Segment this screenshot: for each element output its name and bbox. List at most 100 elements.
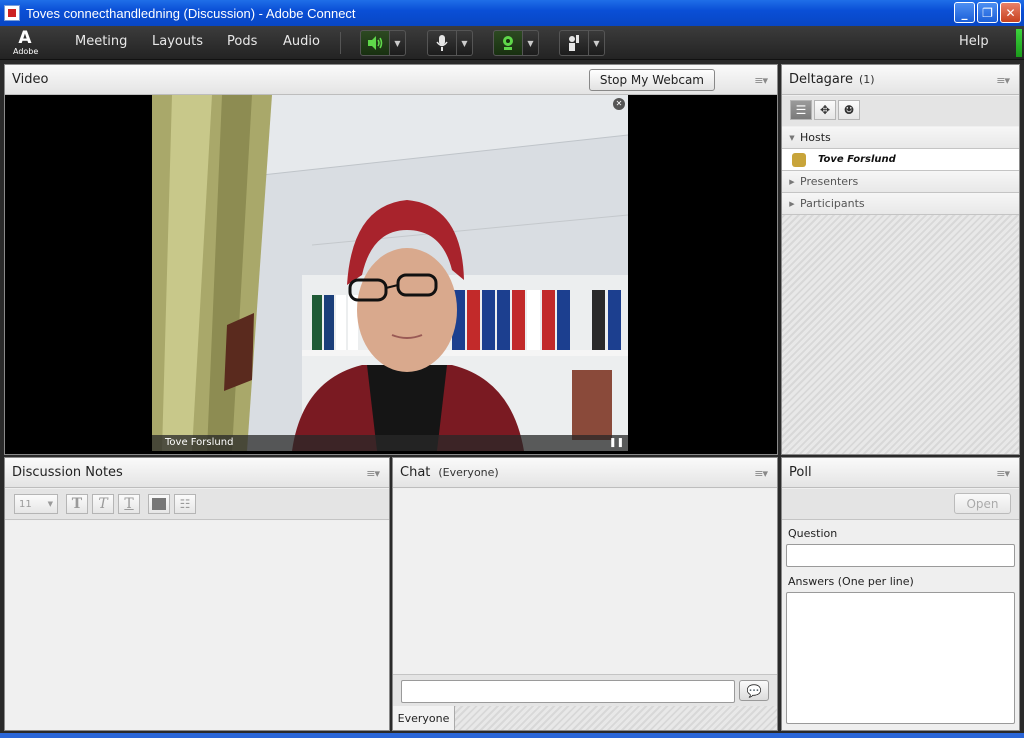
menu-audio[interactable]: Audio <box>283 34 320 49</box>
video-area: Tove Forslund ❚❚ ✕ <box>5 95 777 454</box>
speaker-control: ▼ <box>360 30 406 56</box>
hosts-section[interactable]: ▼ Hosts <box>782 127 1019 149</box>
chat-pod: Chat (Everyone) ≡▾ 💬 Everyone <box>392 457 778 731</box>
text-color-button[interactable] <box>148 494 170 514</box>
webcam-button[interactable] <box>493 30 523 56</box>
participants-section[interactable]: ▶ Participants <box>782 193 1019 215</box>
answers-label: Answers (One per line) <box>788 575 914 588</box>
attendee-list: ▼ Hosts Tove Forslund ▶ Presenters ▶ Par… <box>782 127 1019 454</box>
question-input[interactable] <box>786 544 1015 567</box>
status-dropdown[interactable]: ▼ <box>589 30 605 56</box>
poll-toolbar: Open <box>782 489 1019 520</box>
video-pod-title: Video <box>12 72 49 87</box>
menu-layouts[interactable]: Layouts <box>152 34 203 49</box>
chat-messages <box>393 489 777 674</box>
chat-tab-everyone[interactable]: Everyone <box>393 706 455 730</box>
poll-pod: Poll ≡▾ Open Question Answers (One per l… <box>781 457 1020 731</box>
chat-message-input[interactable] <box>401 680 735 703</box>
speaker-button[interactable] <box>360 30 390 56</box>
microphone-icon <box>436 35 448 51</box>
attendee-row[interactable]: Tove Forslund <box>782 149 1019 171</box>
taskbar-edge <box>0 733 1024 738</box>
attendees-pod-title: Deltagare <box>789 72 853 87</box>
notes-text-area[interactable] <box>5 521 389 730</box>
pod-options-icon[interactable]: ≡▾ <box>996 74 1010 87</box>
attendees-pod-header: Deltagare (1) ≡▾ <box>782 65 1019 95</box>
close-button[interactable]: ✕ <box>1000 2 1021 23</box>
menu-pods[interactable]: Pods <box>227 34 257 49</box>
presenter-name-overlay: Tove Forslund <box>152 435 628 451</box>
italic-button[interactable]: T <box>92 494 114 514</box>
pod-options-icon[interactable]: ≡▾ <box>366 467 380 480</box>
attendees-pod: Deltagare (1) ≡▾ ☰ ✥ ☻ ▼ Hosts Tove Fors… <box>781 64 1020 455</box>
font-size-select[interactable]: 11 ▼ <box>14 494 58 514</box>
close-video-icon[interactable]: ✕ <box>613 98 625 110</box>
status-control: ▼ <box>559 30 605 56</box>
maximize-button[interactable]: ❐ <box>977 2 998 23</box>
window-title: Toves connecthandledning (Discussion) - … <box>26 5 356 21</box>
menu-bar: A Adobe Meeting Layouts Pods Audio ▼ ▼ ▼… <box>0 26 1024 60</box>
connection-status-indicator <box>1016 29 1022 57</box>
webcam-feed: Tove Forslund ❚❚ ✕ <box>152 95 628 451</box>
question-label: Question <box>788 527 838 540</box>
pause-icon[interactable]: ❚❚ <box>609 438 624 448</box>
notes-pod-title: Discussion Notes <box>12 465 123 480</box>
bullet-list-icon: ☷ <box>179 497 191 511</box>
adobe-logo: A Adobe <box>13 28 39 56</box>
speaker-icon <box>368 36 383 50</box>
chat-input-row: 💬 <box>393 674 777 706</box>
chat-pod-title: Chat <box>400 465 431 480</box>
pod-options-icon[interactable]: ≡▾ <box>754 467 768 480</box>
minimize-button[interactable]: _ <box>954 2 975 23</box>
video-pod: Video Stop My Webcam ≡▾ Tove Forslund ❚❚… <box>4 64 778 455</box>
bullet-list-button[interactable]: ☷ <box>174 494 196 514</box>
bold-button[interactable]: T <box>66 494 88 514</box>
send-message-button[interactable]: 💬 <box>739 680 769 701</box>
notes-toolbar: 11 ▼ T T T ☷ <box>5 489 389 520</box>
expand-right-icon: ▶ <box>789 199 795 208</box>
answers-input[interactable] <box>786 592 1015 724</box>
chevron-down-icon: ▼ <box>47 500 53 508</box>
stop-webcam-button[interactable]: Stop My Webcam <box>588 69 715 91</box>
raise-hand-button[interactable] <box>559 30 589 56</box>
window-titlebar: Toves connecthandledning (Discussion) - … <box>0 0 1024 26</box>
chat-scope: (Everyone) <box>438 466 499 479</box>
speaker-dropdown[interactable]: ▼ <box>390 30 406 56</box>
host-user-icon <box>792 152 806 167</box>
pod-options-icon[interactable]: ≡▾ <box>996 467 1010 480</box>
list-icon: ☰ <box>795 103 807 117</box>
underline-button[interactable]: T <box>118 494 140 514</box>
microphone-control: ▼ <box>427 30 473 56</box>
attendee-icon: ☻ <box>843 103 855 117</box>
raise-hand-icon <box>569 35 579 51</box>
webcam-control: ▼ <box>493 30 539 56</box>
webcam-icon <box>503 36 513 50</box>
color-swatch-icon <box>152 498 166 510</box>
attendee-count: (1) <box>858 73 875 86</box>
expand-right-icon: ▶ <box>789 177 795 186</box>
presenters-section[interactable]: ▶ Presenters <box>782 171 1019 193</box>
microphone-button[interactable] <box>427 30 457 56</box>
chat-pod-header: Chat (Everyone) ≡▾ <box>393 458 777 488</box>
breakout-view-button[interactable]: ✥ <box>814 100 836 120</box>
attendee-view-toolbar: ☰ ✥ ☻ <box>782 96 1019 126</box>
attendee-view-button[interactable]: ☻ <box>838 100 860 120</box>
adobe-connect-app-icon <box>4 5 20 21</box>
notes-pod: Discussion Notes ≡▾ 11 ▼ T T T ☷ <box>4 457 390 731</box>
pod-options-icon[interactable]: ≡▾ <box>754 74 768 87</box>
expand-down-icon: ▼ <box>789 133 795 142</box>
webcam-image <box>152 95 628 451</box>
microphone-dropdown[interactable]: ▼ <box>457 30 473 56</box>
video-pod-header: Video Stop My Webcam ≡▾ <box>5 65 777 95</box>
expand-icon: ✥ <box>819 103 831 117</box>
chat-tabs: Everyone <box>393 706 777 730</box>
menu-help[interactable]: Help <box>959 34 989 49</box>
menu-meeting[interactable]: Meeting <box>75 34 127 49</box>
notes-pod-header: Discussion Notes ≡▾ <box>5 458 389 488</box>
open-poll-button[interactable]: Open <box>954 493 1011 514</box>
speech-bubble-icon: 💬 <box>746 683 762 698</box>
webcam-dropdown[interactable]: ▼ <box>523 30 539 56</box>
poll-pod-header: Poll ≡▾ <box>782 458 1019 488</box>
poll-pod-title: Poll <box>789 465 812 480</box>
list-view-button[interactable]: ☰ <box>790 100 812 120</box>
